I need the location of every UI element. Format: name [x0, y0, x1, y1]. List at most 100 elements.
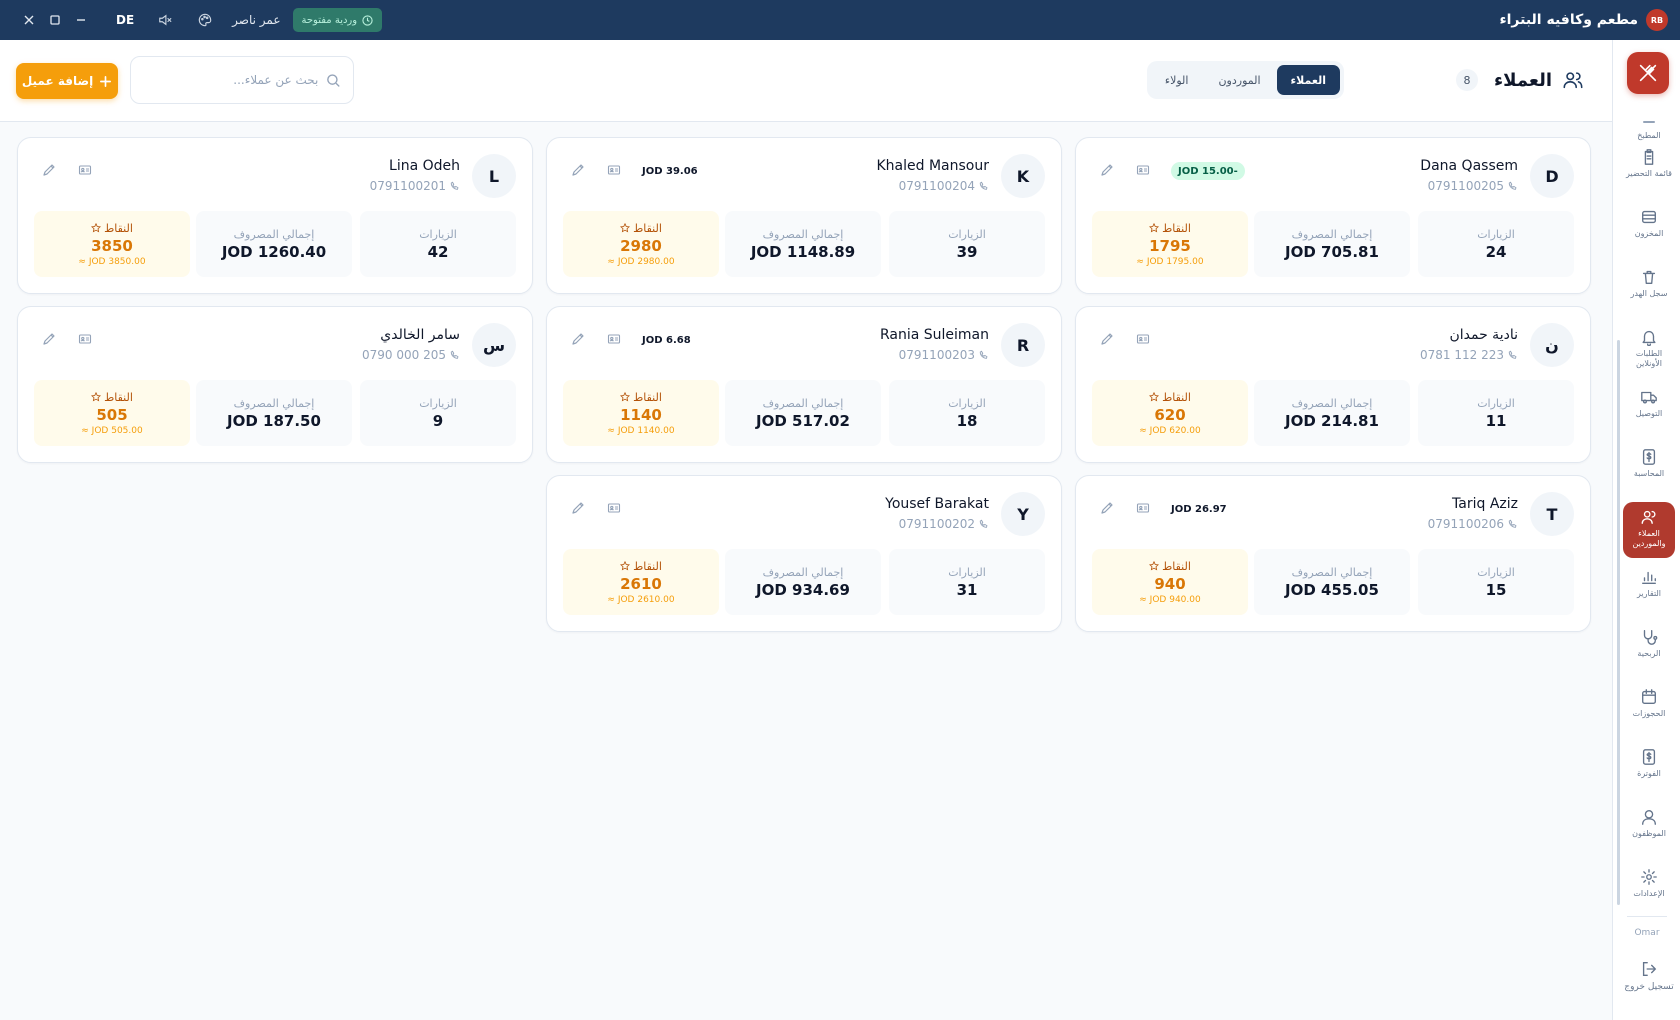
id-card-icon[interactable]	[78, 331, 94, 347]
palette-icon[interactable]	[196, 11, 214, 29]
customer-phone: 0790 000 205	[362, 348, 460, 362]
customer-card[interactable]: س سامر الخالدي 0790 000 205 الزيارات 9 إجمالي…	[17, 306, 533, 463]
points-stat: النقاط 1140 ≈ JOD 1140.00	[563, 380, 719, 446]
id-card-icon[interactable]	[607, 331, 623, 347]
minimize-icon[interactable]	[68, 7, 94, 33]
tab-suppliers[interactable]: الموردون	[1204, 65, 1274, 95]
title-bar: RB مطعم وكافيه البتراء DE عمر ناصر وردية…	[0, 0, 1680, 40]
edit-icon[interactable]	[42, 331, 58, 347]
star-icon	[620, 223, 631, 233]
customer-card[interactable]: ن نادية حمدان 0781 112 223 الزيارات 11 إجمالي…	[1075, 306, 1591, 463]
search-input[interactable]	[143, 73, 319, 87]
sidebar-item-accounting[interactable]: المحاسبة	[1623, 442, 1675, 498]
logout-button[interactable]: تسجيل خروج	[1621, 960, 1677, 992]
sidebar-item-delivery[interactable]: التوصيل	[1623, 382, 1675, 438]
bell-icon	[1642, 330, 1656, 346]
edit-icon[interactable]	[42, 162, 58, 178]
sidebar-scrollbar[interactable]	[1617, 340, 1620, 905]
points-stat: النقاط 3850 ≈ JOD 3850.00	[34, 211, 190, 277]
points-label: النقاط	[633, 390, 662, 404]
sidebar-item-reservations[interactable]: الحجوزات	[1623, 682, 1675, 738]
edit-icon[interactable]	[1100, 500, 1116, 516]
points-value: 620	[1154, 405, 1186, 424]
customer-phone: 0781 112 223	[1420, 348, 1518, 362]
points-stat: النقاط 1795 ≈ JOD 1795.00	[1092, 211, 1248, 277]
maximize-icon[interactable]	[42, 7, 68, 33]
restaurant-logo-icon[interactable]	[1627, 52, 1669, 94]
sidebar-item-waste-log[interactable]: سجل الهدر	[1623, 262, 1675, 318]
visits-value: 9	[432, 411, 444, 430]
customer-name: Khaled Mansour	[876, 158, 990, 174]
shift-status-badge[interactable]: وردية مفتوحة	[292, 8, 383, 32]
visits-label: الزيارات	[1477, 565, 1515, 579]
points-label: النقاط	[104, 390, 133, 404]
customer-card[interactable]: Y Yousef Barakat 0791100202 الزيارات 31 إجمال…	[546, 475, 1062, 632]
tab-customers[interactable]: العملاء	[1276, 65, 1340, 95]
points-label: النقاط	[1162, 221, 1191, 235]
id-card-icon[interactable]	[607, 162, 623, 178]
phone-number: 0791100203	[898, 348, 975, 362]
phone-number: 0791100201	[369, 179, 446, 193]
points-label: النقاط	[1162, 559, 1191, 573]
close-icon[interactable]	[16, 7, 42, 33]
id-card-icon[interactable]	[1136, 162, 1152, 178]
visits-value: 42	[427, 242, 449, 261]
sidebar-item-customers-suppliers[interactable]: العملاء والموردين	[1623, 502, 1675, 558]
customer-name: Dana Qassem	[1420, 158, 1518, 174]
sidebar-item-kitchen[interactable]: المطبخ	[1623, 100, 1675, 140]
divider	[1627, 916, 1667, 917]
visits-label: الزيارات	[419, 227, 457, 241]
visits-stat: الزيارات 9	[360, 380, 516, 446]
title-bar-controls: DE عمر ناصر وردية مفتوحة	[16, 0, 383, 40]
customer-card[interactable]: K Khaled Mansour 0791100204 JOD 39.06 الزيار…	[546, 137, 1062, 294]
mute-icon[interactable]	[156, 11, 174, 29]
visits-stat: الزيارات 18	[889, 380, 1045, 446]
logout-icon	[1642, 962, 1657, 976]
total-spent-label: إجمالي المصروف	[762, 565, 844, 579]
edit-icon[interactable]	[571, 162, 587, 178]
points-label: النقاط	[104, 221, 133, 235]
visits-stat: الزيارات 24	[1418, 211, 1574, 277]
star-icon	[1149, 223, 1160, 233]
id-card-icon[interactable]	[1136, 331, 1152, 347]
customer-card[interactable]: T Tariq Aziz 0791100206 JOD 26.97 الزيارات 15…	[1075, 475, 1591, 632]
points-money-value: ≈ JOD 1795.00	[1136, 256, 1204, 267]
phone-number: 0781 112 223	[1420, 348, 1504, 362]
sidebar-item-label: العملاء والموردين	[1632, 529, 1666, 548]
sidebar-item-online-orders[interactable]: الطلبات الأونلاين	[1623, 322, 1675, 378]
sidebar-item-label: سجل الهدر	[1630, 289, 1668, 298]
avatar: Y	[1001, 492, 1045, 536]
customer-card[interactable]: R Rania Suleiman 0791100203 JOD 6.68 الزيارا…	[546, 306, 1062, 463]
tab-loyalty[interactable]: الولاء	[1151, 65, 1203, 95]
customer-card[interactable]: D Dana Qassem 0791100205 JOD 15.00- الزيارات…	[1075, 137, 1591, 294]
sidebar-item-settings[interactable]: الإعدادات	[1623, 862, 1675, 918]
total-spent-stat: إجمالي المصروف JOD 1260.40	[196, 211, 352, 277]
sidebar-item-label: الفوترة	[1637, 769, 1661, 778]
plus-icon	[100, 75, 112, 87]
phone-number: 0790 000 205	[362, 348, 446, 362]
sidebar-item-employees[interactable]: الموظفون	[1623, 802, 1675, 858]
sidebar-item-reports[interactable]: التقارير	[1623, 562, 1675, 618]
id-card-icon[interactable]	[607, 500, 623, 516]
sidebar-item-profitability[interactable]: الربحية	[1623, 622, 1675, 678]
id-card-icon[interactable]	[1136, 500, 1152, 516]
sidebar-item-inventory[interactable]: المخزون	[1623, 202, 1675, 258]
visits-stat: الزيارات 42	[360, 211, 516, 277]
add-customer-label: إضافة عميل	[21, 74, 94, 88]
customer-card[interactable]: L Lina Odeh 0791100201 الزيارات 42 إجمالي الم…	[17, 137, 533, 294]
balance-badge: JOD 39.06	[642, 165, 698, 177]
phone-number: 0791100204	[898, 179, 975, 193]
phone-icon	[450, 350, 459, 359]
add-customer-button[interactable]: إضافة عميل	[16, 63, 118, 99]
edit-icon[interactable]	[1100, 162, 1116, 178]
sidebar-item-prep-list[interactable]: قائمة التحضير	[1623, 142, 1675, 198]
language-switch[interactable]: DE	[116, 13, 134, 27]
search-box	[130, 56, 354, 104]
customer-name: نادية حمدان	[1449, 327, 1518, 343]
id-card-icon[interactable]	[78, 162, 94, 178]
edit-icon[interactable]	[1100, 331, 1116, 347]
logout-label: تسجيل خروج	[1624, 982, 1674, 992]
edit-icon[interactable]	[571, 500, 587, 516]
edit-icon[interactable]	[571, 331, 587, 347]
sidebar-item-invoicing[interactable]: الفوترة	[1623, 742, 1675, 798]
